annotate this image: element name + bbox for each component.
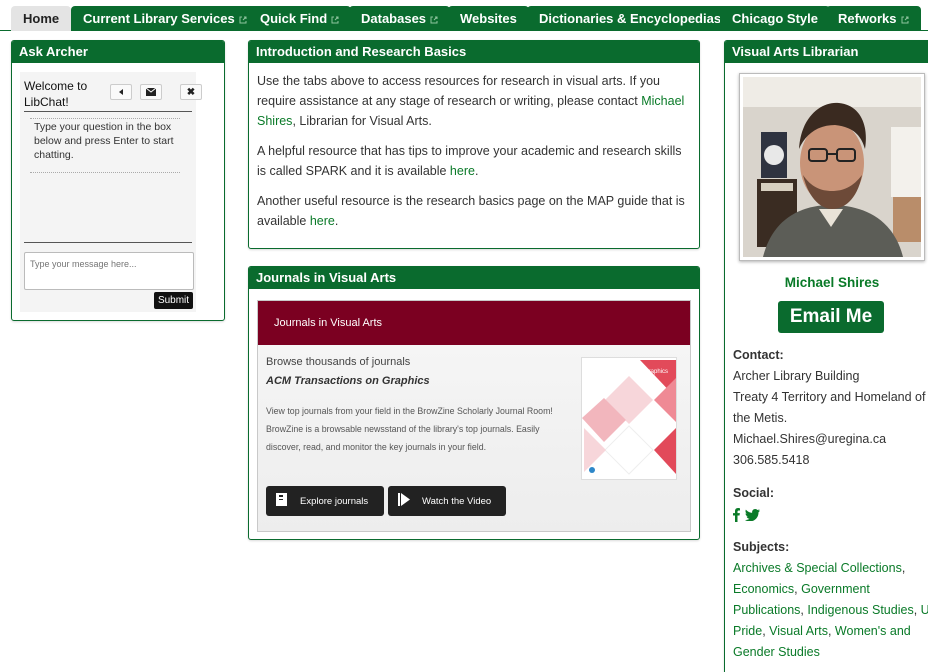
chat-message-input[interactable] — [24, 252, 194, 290]
librarian-name: Michael Shires — [784, 275, 880, 290]
close-icon: ✖ — [186, 86, 196, 98]
widget-title: Journals in Visual Arts — [258, 301, 690, 345]
librarian-portrait — [743, 77, 921, 257]
social-label: Social: — [733, 486, 774, 500]
book-icon — [276, 493, 288, 509]
social-icons — [733, 504, 928, 525]
tab-websites[interactable]: Websites — [448, 6, 529, 31]
watch-video-button[interactable]: Watch the Video — [388, 486, 506, 516]
contact-label: Contact: — [733, 348, 784, 362]
button-label: Watch the Video — [422, 495, 492, 507]
contact-email: Michael.Shires@uregina.ca — [733, 432, 887, 446]
tab-label: Dictionaries & Encyclopedias — [539, 11, 722, 26]
tab-refworks[interactable]: Refworks — [826, 6, 921, 31]
tab-label: Quick Find — [260, 11, 328, 26]
librarian-details: Contact: Archer Library Building Treaty … — [733, 345, 928, 663]
divider — [24, 111, 192, 112]
journal-cover-art: Graphics — [582, 358, 676, 479]
tab-dictionaries-encyclopedias[interactable]: Dictionaries & Encyclopedias — [527, 6, 734, 31]
email-icon — [146, 88, 156, 96]
tab-chicago-style[interactable]: Chicago Style — [720, 6, 830, 31]
external-link-icon — [239, 16, 247, 24]
cover-title: Graphics — [644, 369, 668, 375]
text: . — [474, 164, 479, 178]
browse-heading: Browse thousands of journals — [266, 356, 411, 368]
tab-quick-find[interactable]: Quick Find — [248, 6, 352, 31]
explore-journals-button[interactable]: Explore journals — [266, 486, 384, 516]
librarian-box: Visual Arts Librarian Michael Shires Ema… — [724, 40, 928, 672]
external-link-icon — [901, 16, 909, 24]
contact-line: Treaty 4 Territory and Homeland of the M… — [733, 390, 926, 425]
tab-label: Chicago Style — [732, 11, 818, 26]
tab-current-library-services[interactable]: Current Library Services — [71, 6, 259, 31]
subjects-list: Archives & Special Collections, Economic… — [733, 558, 928, 663]
text: Use the tabs above to access resources f… — [257, 74, 660, 108]
email-transcript-button[interactable] — [140, 84, 162, 100]
volume-icon — [119, 89, 123, 95]
sound-toggle-button[interactable] — [110, 84, 132, 100]
guide-tabs: Home Current Library Services Quick Find… — [0, 0, 928, 31]
tab-databases[interactable]: Databases — [349, 6, 451, 31]
divider — [30, 118, 180, 119]
play-icon — [398, 493, 410, 509]
divider — [24, 242, 192, 243]
map-guide-link[interactable]: here — [310, 214, 335, 228]
chat-welcome: Welcome to LibChat! — [24, 79, 88, 109]
tab-label: Websites — [460, 11, 517, 26]
libchat-widget: Welcome to LibChat! ✖ Type your question… — [20, 72, 202, 312]
tab-label: Current Library Services — [83, 11, 235, 26]
journals-box: Journals in Visual Arts Journals in Visu… — [248, 266, 700, 540]
external-link-icon — [331, 16, 339, 24]
tab-label: Refworks — [838, 11, 897, 26]
box-title: Visual Arts Librarian — [725, 41, 928, 63]
spark-link[interactable]: here — [450, 164, 475, 178]
browzine-widget: Journals in Visual Arts Browse thousands… — [257, 300, 691, 532]
tab-label: Databases — [361, 11, 427, 26]
facebook-icon[interactable] — [733, 507, 740, 522]
subject-link[interactable]: Economics — [733, 582, 794, 596]
text: , Librarian for Visual Arts. — [292, 114, 432, 128]
chat-system-message: Type your question in the box below and … — [34, 121, 174, 161]
subject-link[interactable]: Visual Arts — [769, 624, 828, 638]
email-me-button[interactable]: Email Me — [778, 301, 884, 333]
librarian-photo — [739, 73, 925, 261]
subject-link[interactable]: Indigenous Studies — [807, 603, 913, 617]
twitter-icon[interactable] — [745, 508, 761, 522]
subject-link[interactable]: Archives & Special Collections — [733, 561, 902, 575]
box-title: Ask Archer — [12, 41, 224, 63]
ask-archer-box: Ask Archer Welcome to LibChat! ✖ Type yo… — [11, 40, 225, 321]
journal-cover-image[interactable]: Graphics — [581, 357, 677, 480]
close-chat-button[interactable]: ✖ — [180, 84, 202, 100]
featured-journal-title[interactable]: ACM Transactions on Graphics — [266, 375, 430, 387]
intro-paragraph: Another useful resource is the research … — [257, 191, 691, 231]
chat-submit-button[interactable]: Submit — [154, 292, 193, 309]
tab-label: Home — [23, 11, 60, 26]
divider — [30, 172, 180, 173]
box-title: Journals in Visual Arts — [249, 267, 699, 289]
button-label: Explore journals — [300, 495, 369, 507]
contact-line: Archer Library Building — [733, 369, 860, 383]
contact-phone: 306.585.5418 — [733, 453, 810, 467]
intro-paragraph: Use the tabs above to access resources f… — [257, 71, 691, 131]
intro-paragraph: A helpful resource that has tips to impr… — [257, 141, 691, 181]
browzine-description: View top journals from your field in the… — [266, 406, 553, 452]
external-link-icon — [430, 16, 438, 24]
intro-box: Introduction and Research Basics Use the… — [248, 40, 700, 249]
text: . — [334, 214, 339, 228]
subjects-label: Subjects: — [733, 540, 790, 554]
tab-home[interactable]: Home — [11, 6, 72, 31]
box-title: Introduction and Research Basics — [249, 41, 699, 63]
intro-content: Use the tabs above to access resources f… — [249, 63, 699, 231]
